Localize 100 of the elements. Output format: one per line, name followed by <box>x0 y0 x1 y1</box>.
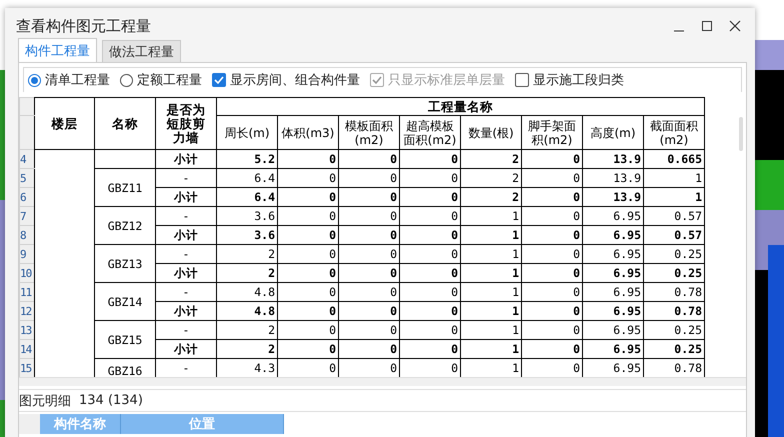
table-cell: 13.9 <box>582 150 644 168</box>
table-cell: 0 <box>338 320 400 340</box>
column-header: 构件名称 <box>40 414 121 434</box>
tab[interactable]: 构件工程量 <box>18 38 97 62</box>
table-cell: 1 <box>644 188 704 206</box>
table-cell: 0 <box>338 264 400 282</box>
table-cell: 4.8 <box>216 302 278 320</box>
table-cell: 1 <box>460 264 522 282</box>
table-cell: 0 <box>522 206 582 226</box>
close-icon <box>729 20 741 32</box>
table-cell: 1 <box>460 226 522 244</box>
column-header: 脚手架面积(m2) <box>522 116 582 150</box>
column-header: 名称 <box>94 98 156 150</box>
table-cell: GBZ12 <box>94 206 156 244</box>
scrollbar-thumb[interactable] <box>739 117 743 151</box>
table-cell: 13.9 <box>582 188 644 206</box>
table-cell: 0 <box>338 282 400 302</box>
horizontal-scrollbar[interactable] <box>19 377 746 386</box>
table-cell: 小计 <box>156 264 216 282</box>
row-number: 8 <box>20 226 34 244</box>
table-cell: - <box>156 244 216 264</box>
table-cell: 0 <box>522 282 582 302</box>
table-cell: GBZ14 <box>94 282 156 320</box>
table-cell: 小计 <box>156 226 216 244</box>
row-number: 13 <box>20 320 34 340</box>
table-cell: - <box>156 206 216 226</box>
column-header: 体积(m3) <box>278 116 338 150</box>
table-cell: 0 <box>338 188 400 206</box>
table-cell: 0.25 <box>644 320 704 340</box>
table-cell: 6.95 <box>582 244 644 264</box>
table-cell: 0.25 <box>644 340 704 358</box>
table-cell: 0 <box>522 320 582 340</box>
table-cell: 6.95 <box>582 282 644 302</box>
table-cell: 小计 <box>156 340 216 358</box>
table-cell: - <box>156 168 216 188</box>
tab[interactable]: 做法工程量 <box>102 40 181 62</box>
option-label: 显示房间、组合构件量 <box>230 72 360 89</box>
row-number: 10 <box>20 264 34 282</box>
table-cell: 0 <box>278 150 338 168</box>
option-label: 只显示标准层单层量 <box>388 72 505 89</box>
table-cell: 2 <box>216 244 278 264</box>
table-cell: 0.25 <box>644 264 704 282</box>
maximize-icon <box>701 20 713 32</box>
table-cell: 0 <box>278 206 338 226</box>
table-cell: 1 <box>460 302 522 320</box>
table-cell: 0.25 <box>644 244 704 264</box>
table-cell: 0 <box>400 264 460 282</box>
row-number: 6 <box>20 188 34 206</box>
table-cell: 6.95 <box>582 340 644 358</box>
checkbox[interactable] <box>515 73 529 87</box>
table-cell: 0 <box>338 302 400 320</box>
table-cell: 0 <box>400 168 460 188</box>
table-cell: 1 <box>460 282 522 302</box>
table-cell: 5.2 <box>216 150 278 168</box>
column-header: 位置 <box>121 414 284 434</box>
column-header: 楼层 <box>34 98 94 150</box>
table-cell: 0 <box>522 264 582 282</box>
table-cell: 4.8 <box>216 282 278 302</box>
table-cell: 0.665 <box>644 150 704 168</box>
table-cell: 6.4 <box>216 188 278 206</box>
minimize-icon <box>674 30 684 32</box>
table-cell: 0 <box>338 168 400 188</box>
count-label: 134 (134) <box>79 393 143 408</box>
table-cell: GBZ15 <box>94 320 156 358</box>
table-cell: - <box>156 282 216 302</box>
radio-button[interactable] <box>28 74 41 86</box>
table-cell: 0 <box>522 244 582 264</box>
table-cell: 0 <box>522 340 582 358</box>
table-cell: 0 <box>522 226 582 244</box>
table-cell: 0 <box>400 282 460 302</box>
table-cell: 6.95 <box>582 264 644 282</box>
table-cell: 0 <box>338 150 400 168</box>
table-cell: 3.6 <box>216 206 278 226</box>
checkbox[interactable] <box>212 73 226 87</box>
table-cell: 0 <box>400 150 460 168</box>
row-number: 5 <box>20 168 34 188</box>
table-cell: 0 <box>400 320 460 340</box>
row-number: 14 <box>20 340 34 358</box>
table-cell: 6.95 <box>582 226 644 244</box>
table-cell: 2 <box>460 150 522 168</box>
table-cell: 0 <box>278 340 338 358</box>
column-header: 是否为短肢剪力墙 <box>156 98 216 150</box>
table-cell: 2 <box>216 340 278 358</box>
table-cell: 0 <box>278 302 338 320</box>
table-cell: 0.78 <box>644 302 704 320</box>
table-cell: 0 <box>278 226 338 244</box>
table-cell: 小计 <box>156 150 216 168</box>
table-cell: 6.95 <box>582 302 644 320</box>
column-header: 周长(m) <box>216 116 278 150</box>
column-header: 模板面积(m2) <box>338 116 400 150</box>
table-cell: 0 <box>338 244 400 264</box>
table-cell: 2 <box>216 264 278 282</box>
row-number: 11 <box>20 282 34 302</box>
table-cell: GBZ13 <box>94 244 156 282</box>
table-cell: 0 <box>278 264 338 282</box>
radio-button[interactable] <box>120 74 133 86</box>
option-label: 定额工程量 <box>137 72 202 89</box>
table-cell: 0 <box>522 168 582 188</box>
table-cell: 0 <box>400 188 460 206</box>
table-cell: 0.78 <box>644 282 704 302</box>
